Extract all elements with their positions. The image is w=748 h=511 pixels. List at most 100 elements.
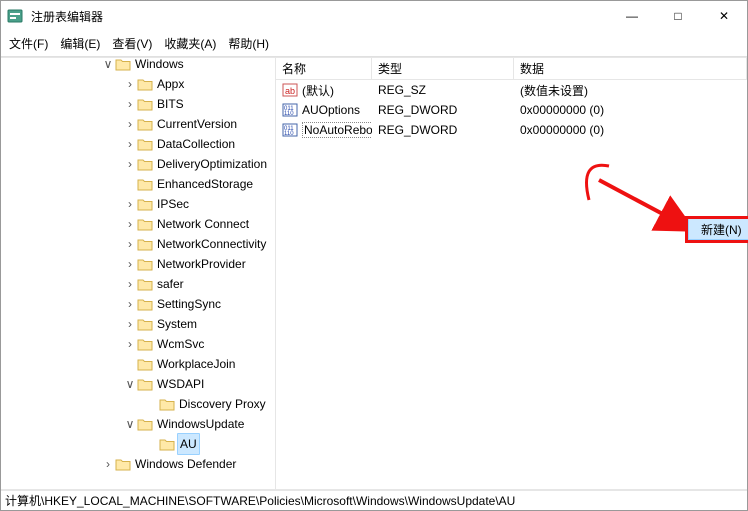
title-area: 注册表编辑器 <box>1 8 609 25</box>
tree-item[interactable]: WorkplaceJoin <box>1 354 275 374</box>
caret-down-icon[interactable]: ∨ <box>123 414 137 434</box>
tree-item[interactable]: ›Windows Defender <box>1 454 275 474</box>
folder-icon <box>137 257 153 271</box>
tree-item-label: System <box>157 314 197 334</box>
tree-item[interactable]: ›BITS <box>1 94 275 114</box>
tree-item[interactable]: › NetworkProvider <box>1 254 275 274</box>
context-submenu-new[interactable]: 新建(N) › <box>688 218 748 240</box>
menu-view[interactable]: 查看(V) <box>112 35 152 52</box>
menu-favorites[interactable]: 收藏夹(A) <box>164 35 216 52</box>
minimize-button[interactable]: — <box>609 1 655 31</box>
menu-edit[interactable]: 编辑(E) <box>60 35 100 52</box>
tree-item[interactable]: › IPSec <box>1 194 275 214</box>
value-data: 0x00000000 (0) <box>514 123 747 137</box>
tree-pane[interactable]: ∨Windows›Appx›BITS›CurrentVersion›DataCo… <box>1 58 276 489</box>
list-header: 名称 类型 数据 <box>276 58 747 80</box>
list-row[interactable]: 011110NoAutoReboo...REG_DWORD0x00000000 … <box>276 120 747 140</box>
close-button[interactable]: ✕ <box>701 1 747 31</box>
caret-right-icon[interactable]: › <box>101 454 115 474</box>
dword-value-icon: 011110 <box>282 102 298 118</box>
app-icon <box>7 8 23 24</box>
folder-icon <box>137 197 153 211</box>
menu-file[interactable]: 文件(F) <box>9 35 48 52</box>
tree-item[interactable]: ›DeliveryOptimization <box>1 154 275 174</box>
folder-icon <box>137 137 153 151</box>
caret-right-icon[interactable]: › <box>123 314 137 334</box>
list-row[interactable]: ab(默认)REG_SZ(数值未设置) <box>276 80 747 100</box>
col-data[interactable]: 数据 <box>514 58 747 79</box>
caret-right-icon[interactable]: › <box>123 74 137 94</box>
registry-editor-window: 注册表编辑器 — □ ✕ 文件(F) 编辑(E) 查看(V) 收藏夹(A) 帮助… <box>0 0 748 511</box>
folder-icon <box>137 217 153 231</box>
tree-item-label: NetworkConnectivity <box>157 234 266 254</box>
menu-help[interactable]: 帮助(H) <box>228 35 269 52</box>
tree-item[interactable]: ›SettingSync <box>1 294 275 314</box>
tree-item[interactable]: › safer <box>1 274 275 294</box>
tree-item-label: IPSec <box>157 194 189 214</box>
folder-icon <box>137 117 153 131</box>
folder-icon <box>115 457 131 471</box>
tree-item[interactable]: ›CurrentVersion <box>1 114 275 134</box>
folder-icon <box>137 77 153 91</box>
col-name[interactable]: 名称 <box>276 58 372 79</box>
caret-right-icon[interactable]: › <box>123 134 137 154</box>
folder-icon <box>137 417 153 431</box>
annotation-highlight-new <box>685 216 748 243</box>
caret-right-icon[interactable]: › <box>123 254 137 274</box>
folder-icon <box>137 237 153 251</box>
tree-item[interactable]: ∨ Windows <box>1 58 275 74</box>
value-name: (默认) <box>302 82 334 99</box>
tree-item[interactable]: › System <box>1 314 275 334</box>
col-type[interactable]: 类型 <box>372 58 514 79</box>
tree-item-label: WorkplaceJoin <box>157 354 235 374</box>
caret-right-icon[interactable]: › <box>123 214 137 234</box>
tree-item-label: Windows <box>135 58 184 74</box>
caret-down-icon[interactable]: ∨ <box>101 58 115 74</box>
tree-item-label: NetworkProvider <box>157 254 246 274</box>
caret-right-icon[interactable]: › <box>123 114 137 134</box>
caret-right-icon[interactable]: › <box>123 334 137 354</box>
value-type: REG_SZ <box>372 83 514 97</box>
tree-item[interactable]: ›Appx <box>1 74 275 94</box>
tree-item[interactable]: › DataCollection <box>1 134 275 154</box>
tree-item[interactable]: › NetworkConnectivity <box>1 234 275 254</box>
caret-down-icon[interactable]: ∨ <box>123 374 137 394</box>
value-data: (数值未设置) <box>514 82 747 99</box>
tree-item-label: Discovery Proxy <box>179 394 266 414</box>
tree-item[interactable]: › WcmSvc <box>1 334 275 354</box>
list-pane[interactable]: 名称 类型 数据 ab(默认)REG_SZ(数值未设置)011110AUOpti… <box>276 58 747 489</box>
tree-item-label: EnhancedStorage <box>157 174 253 194</box>
tree-item-label: WcmSvc <box>157 334 204 354</box>
caret-right-icon[interactable]: › <box>123 154 137 174</box>
value-type: REG_DWORD <box>372 103 514 117</box>
annotation-arrow <box>579 160 719 250</box>
tree-item[interactable]: › Network Connect <box>1 214 275 234</box>
caret-right-icon[interactable]: › <box>123 294 137 314</box>
folder-icon <box>115 58 131 71</box>
tree-item-label: WindowsUpdate <box>157 414 244 434</box>
value-type: REG_DWORD <box>372 123 514 137</box>
list-row[interactable]: 011110AUOptionsREG_DWORD0x00000000 (0) <box>276 100 747 120</box>
tree-item[interactable]: ∨ WSDAPI <box>1 374 275 394</box>
maximize-button[interactable]: □ <box>655 1 701 31</box>
tree-item[interactable]: EnhancedStorage <box>1 174 275 194</box>
folder-icon <box>137 157 153 171</box>
caret-right-icon[interactable]: › <box>123 94 137 114</box>
caret-right-icon[interactable]: › <box>123 234 137 254</box>
tree-item-label: WSDAPI <box>157 374 204 394</box>
value-name: NoAutoReboo... <box>302 122 372 138</box>
folder-icon <box>137 357 153 371</box>
caret-right-icon[interactable]: › <box>123 274 137 294</box>
tree-item-label: DataCollection <box>157 134 235 154</box>
folder-icon <box>159 397 175 411</box>
tree-item[interactable]: ∨ WindowsUpdate <box>1 414 275 434</box>
value-data: 0x00000000 (0) <box>514 103 747 117</box>
caret-right-icon[interactable]: › <box>123 194 137 214</box>
tree-item-label: AU <box>177 433 200 455</box>
tree-item[interactable]: AU <box>1 434 275 454</box>
folder-icon <box>159 437 175 451</box>
tree-item-label: safer <box>157 274 184 294</box>
tree-item-label: Network Connect <box>157 214 249 234</box>
folder-icon <box>137 97 153 111</box>
tree-item[interactable]: Discovery Proxy <box>1 394 275 414</box>
